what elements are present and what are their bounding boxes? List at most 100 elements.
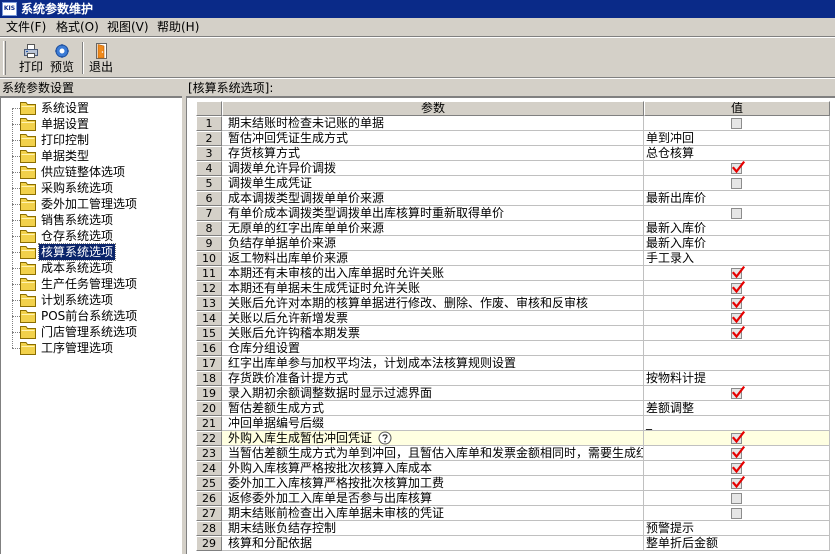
value-checkbox[interactable]: [731, 431, 746, 444]
param-value-cell[interactable]: 按物料计提: [644, 371, 830, 386]
print-button[interactable]: 打印: [16, 40, 46, 76]
value-checkbox[interactable]: [731, 326, 746, 339]
param-row[interactable]: 18 存货跌价准备计提方式 按物料计提: [196, 371, 830, 386]
param-cell[interactable]: 本期还有单据未生成凭证时允许关账: [222, 281, 644, 296]
param-value-cell[interactable]: 差额调整: [644, 401, 830, 416]
param-value-cell[interactable]: [644, 206, 830, 221]
param-cell[interactable]: 调拨单生成凭证: [222, 176, 644, 191]
param-value-cell[interactable]: [644, 491, 830, 506]
param-value-cell[interactable]: _: [644, 416, 830, 431]
param-row[interactable]: 25 委外加工入库核算严格按批次核算加工费: [196, 476, 830, 491]
param-cell[interactable]: 暂估差额生成方式: [222, 401, 644, 416]
param-row[interactable]: 16 仓库分组设置: [196, 341, 830, 356]
param-row[interactable]: 12 本期还有单据未生成凭证时允许关账: [196, 281, 830, 296]
param-value-cell[interactable]: [644, 281, 830, 296]
tree-item[interactable]: 供应链整体选项: [1, 164, 181, 180]
param-column-header[interactable]: 参数: [222, 101, 644, 116]
value-checkbox[interactable]: [731, 281, 746, 294]
param-value-cell[interactable]: [644, 506, 830, 521]
param-cell[interactable]: 当暂估差额生成方式为单到冲回，且暂估入库单和发票金额相同时，需要生成红: [222, 446, 644, 461]
param-cell[interactable]: 返修委外加工入库单是否参与出库核算: [222, 491, 644, 506]
param-row[interactable]: 5 调拨单生成凭证: [196, 176, 830, 191]
param-cell[interactable]: 存货跌价准备计提方式: [222, 371, 644, 386]
param-cell[interactable]: 关账后允许对本期的核算单据进行修改、删除、作废、审核和反审核: [222, 296, 644, 311]
param-value-cell[interactable]: [644, 356, 830, 371]
param-cell[interactable]: 调拨单允许异价调拨: [222, 161, 644, 176]
help-icon[interactable]: [378, 431, 392, 445]
param-cell[interactable]: 无原单的红字出库单单价来源: [222, 221, 644, 236]
value-checkbox[interactable]: [731, 461, 746, 474]
param-value-cell[interactable]: 手工录入: [644, 251, 830, 266]
param-cell[interactable]: 关账后允许钩稽本期发票: [222, 326, 644, 341]
tree-item[interactable]: 系统设置: [1, 100, 181, 116]
value-checkbox[interactable]: [731, 296, 746, 309]
param-row[interactable]: 7 有单价成本调拨类型调拨单出库核算时重新取得单价: [196, 206, 830, 221]
param-cell[interactable]: 外购入库生成暂估冲回凭证: [222, 431, 644, 446]
tree-item[interactable]: 销售系统选项: [1, 212, 181, 228]
param-value-cell[interactable]: [644, 311, 830, 326]
tree-item[interactable]: 单据设置: [1, 116, 181, 132]
param-cell[interactable]: 返工物料出库单价来源: [222, 251, 644, 266]
param-value-cell[interactable]: 最新入库价: [644, 221, 830, 236]
param-value-cell[interactable]: 最新出库价: [644, 191, 830, 206]
tree-item[interactable]: 成本系统选项: [1, 260, 181, 276]
param-value-cell[interactable]: [644, 461, 830, 476]
value-checkbox[interactable]: [731, 476, 746, 489]
param-row[interactable]: 21 冲回单据编号后缀 _: [196, 416, 830, 431]
param-row[interactable]: 22 外购入库生成暂估冲回凭证: [196, 431, 830, 446]
param-value-cell[interactable]: [644, 386, 830, 401]
param-row[interactable]: 2 暂估冲回凭证生成方式 单到冲回: [196, 131, 830, 146]
param-row[interactable]: 10 返工物料出库单价来源 手工录入: [196, 251, 830, 266]
param-value-cell[interactable]: [644, 476, 830, 491]
param-value-cell[interactable]: 整单折后金额: [644, 536, 830, 551]
param-cell[interactable]: 委外加工入库核算严格按批次核算加工费: [222, 476, 644, 491]
param-row[interactable]: 20 暂估差额生成方式 差额调整: [196, 401, 830, 416]
value-checkbox[interactable]: [731, 208, 742, 219]
value-checkbox[interactable]: [731, 118, 742, 129]
param-cell[interactable]: 红字出库单参与加权平均法，计划成本法核算规则设置: [222, 356, 644, 371]
menu-help[interactable]: 帮助(H): [156, 19, 200, 36]
tree-item[interactable]: 仓存系统选项: [1, 228, 181, 244]
param-cell[interactable]: 关账以后允许新增发票: [222, 311, 644, 326]
param-row[interactable]: 6 成本调拨类型调拨单单价来源 最新出库价: [196, 191, 830, 206]
param-row[interactable]: 9 负结存单据单价来源 最新入库价: [196, 236, 830, 251]
param-value-cell[interactable]: 预警提示: [644, 521, 830, 536]
tree-item[interactable]: 采购系统选项: [1, 180, 181, 196]
param-cell[interactable]: 仓库分组设置: [222, 341, 644, 356]
param-value-cell[interactable]: [644, 341, 830, 356]
tree-item[interactable]: 工序管理选项: [1, 340, 181, 356]
param-value-cell[interactable]: [644, 176, 830, 191]
param-cell[interactable]: 外购入库核算严格按批次核算入库成本: [222, 461, 644, 476]
param-row[interactable]: 29 核算和分配依据 整单折后金额: [196, 536, 830, 551]
value-checkbox[interactable]: [731, 386, 746, 399]
param-cell[interactable]: 期末结账负结存控制: [222, 521, 644, 536]
param-row[interactable]: 3 存货核算方式 总仓核算: [196, 146, 830, 161]
toolbar-grip[interactable]: [3, 41, 6, 75]
param-row[interactable]: 26 返修委外加工入库单是否参与出库核算: [196, 491, 830, 506]
param-row[interactable]: 24 外购入库核算严格按批次核算入库成本: [196, 461, 830, 476]
param-row[interactable]: 28 期末结账负结存控制 预警提示: [196, 521, 830, 536]
tree-item[interactable]: 单据类型: [1, 148, 181, 164]
value-checkbox[interactable]: [731, 493, 742, 504]
tree-item[interactable]: 计划系统选项: [1, 292, 181, 308]
param-row[interactable]: 17 红字出库单参与加权平均法，计划成本法核算规则设置: [196, 356, 830, 371]
param-value-cell[interactable]: [644, 116, 830, 131]
param-row[interactable]: 27 期末结账前检查出入库单据未审核的凭证: [196, 506, 830, 521]
param-value-cell[interactable]: [644, 446, 830, 461]
tree-item[interactable]: 委外加工管理选项: [1, 196, 181, 212]
param-cell[interactable]: 暂估冲回凭证生成方式: [222, 131, 644, 146]
param-cell[interactable]: 录入期初余额调整数据时显示过滤界面: [222, 386, 644, 401]
param-row[interactable]: 14 关账以后允许新增发票: [196, 311, 830, 326]
tree-item[interactable]: 打印控制: [1, 132, 181, 148]
param-value-cell[interactable]: 单到冲回: [644, 131, 830, 146]
param-cell[interactable]: 有单价成本调拨类型调拨单出库核算时重新取得单价: [222, 206, 644, 221]
value-checkbox[interactable]: [731, 178, 742, 189]
param-value-cell[interactable]: [644, 431, 830, 446]
param-row[interactable]: 1 期末结账时检查未记账的单据: [196, 116, 830, 131]
value-checkbox[interactable]: [731, 508, 742, 519]
param-row[interactable]: 8 无原单的红字出库单单价来源 最新入库价: [196, 221, 830, 236]
value-checkbox[interactable]: [731, 266, 746, 279]
value-checkbox[interactable]: [731, 161, 746, 174]
tree-item[interactable]: 生产任务管理选项: [1, 276, 181, 292]
param-value-cell[interactable]: [644, 266, 830, 281]
